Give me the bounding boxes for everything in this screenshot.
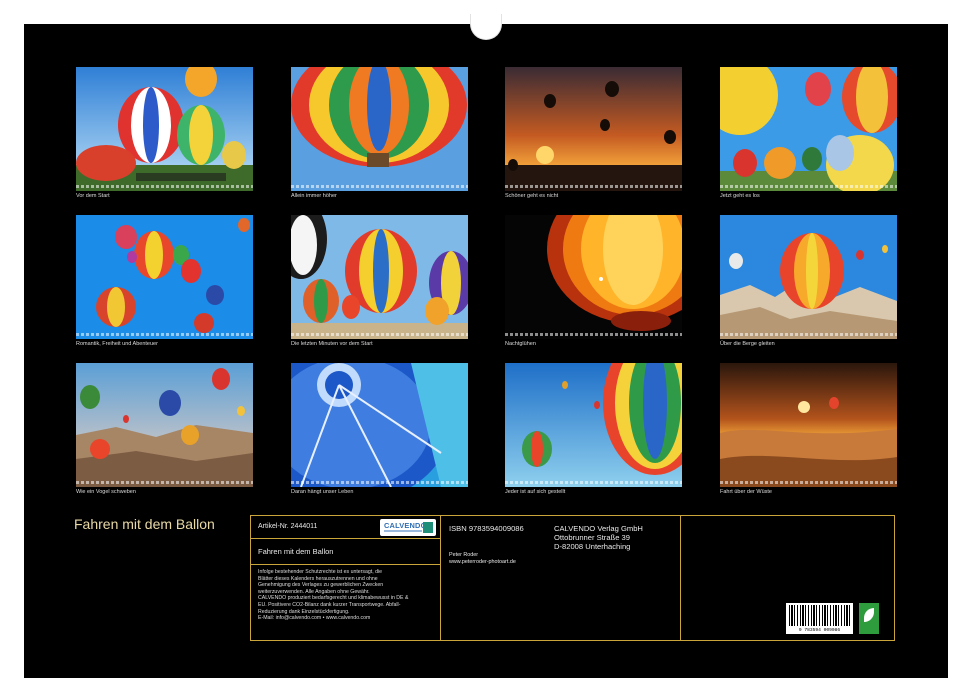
photo-caption: Nachtglühen <box>505 341 536 347</box>
calendar-title: Fahren mit dem Ballon <box>74 516 215 532</box>
photo-thumbnail <box>76 215 253 339</box>
photo-thumbnail <box>76 363 253 487</box>
photo-thumbnail <box>720 67 897 191</box>
author-name: Peter Roder <box>449 552 479 558</box>
eco-label-icon <box>859 603 879 634</box>
product-title: Fahren mit dem Ballon <box>258 547 334 556</box>
author-website: www.peterroder-photoart.de <box>449 559 516 565</box>
photo-thumbnail <box>720 363 897 487</box>
photo-thumbnail <box>76 67 253 191</box>
photo-thumbnail <box>291 215 468 339</box>
photo-caption: Jeder ist auf sich gestellt <box>505 489 566 495</box>
photo-caption: Jetzt geht es los <box>720 193 760 199</box>
isbn: ISBN 9783594009086 <box>449 524 524 533</box>
photo-caption: Fahrt über der Wüste <box>720 489 772 495</box>
photo-thumbnail <box>291 363 468 487</box>
product-info-box: Artikel-Nr. 2444011 CALVENDO Fahren mit … <box>250 515 895 641</box>
photo-thumbnail <box>505 215 682 339</box>
publisher-name: CALVENDO Verlag GmbH <box>554 524 643 533</box>
photo-thumbnail <box>291 67 468 191</box>
calvendo-logo: CALVENDO <box>380 519 436 536</box>
photo-caption: Wie ein Vogel schweben <box>76 489 136 495</box>
photo-caption: Romantik, Freiheit und Abenteuer <box>76 341 158 347</box>
publisher-city: D-82008 Unterhaching <box>554 542 631 551</box>
photo-thumbnail <box>505 67 682 191</box>
photo-caption: Vor dem Start <box>76 193 110 199</box>
photo-thumbnail <box>720 215 897 339</box>
article-number: Artikel-Nr. 2444011 <box>258 523 318 530</box>
photo-caption: Schöner geht es nicht <box>505 193 559 199</box>
legal-notice: Infolge bestehender Schutzrechte ist es … <box>258 569 409 622</box>
photo-caption: Allein immer höher <box>291 193 337 199</box>
photo-caption: Über die Berge gleiten <box>720 341 775 347</box>
isbn-barcode: 9 783594 009086 <box>786 603 853 634</box>
photo-thumbnail <box>505 363 682 487</box>
publisher-street: Ottobrunner Straße 39 <box>554 533 630 542</box>
photo-caption: Daran hängt unser Leben <box>291 489 354 495</box>
photo-caption: Die letzten Minuten vor dem Start <box>291 341 373 347</box>
